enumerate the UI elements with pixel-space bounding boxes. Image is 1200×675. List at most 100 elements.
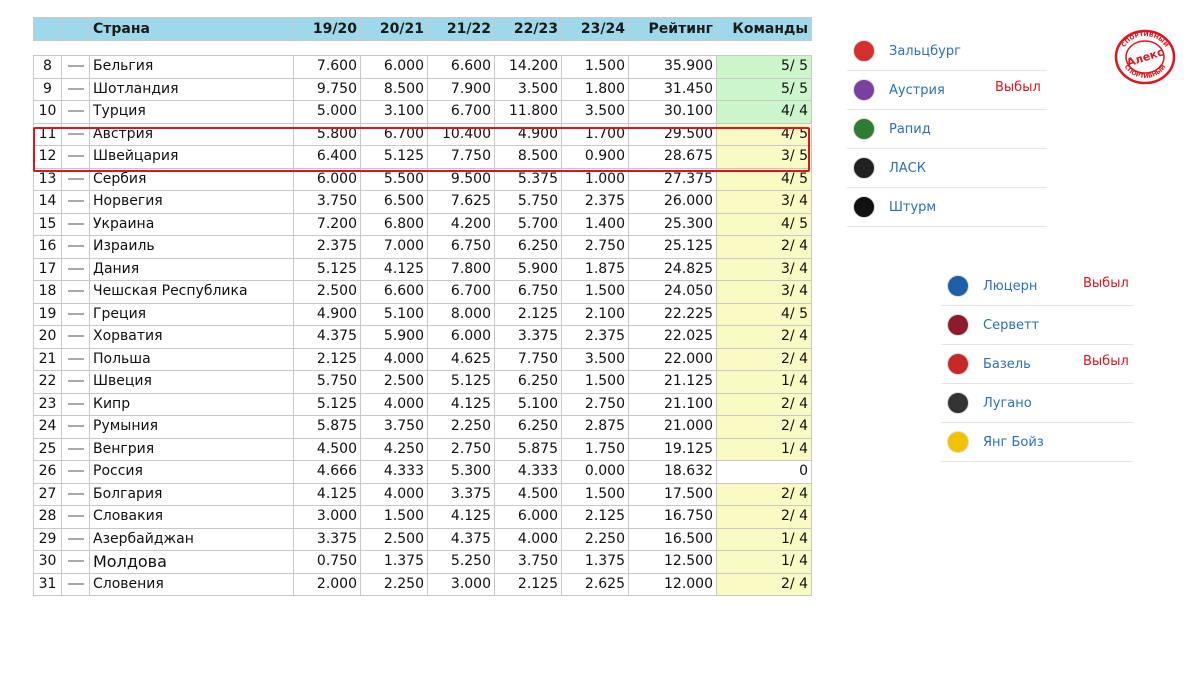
cell-season-19-20: 3.750 <box>293 190 361 214</box>
cell-country: Норвегия <box>89 190 294 214</box>
cell-rank: 25 <box>33 437 62 461</box>
club-name-link[interactable]: Люцерн <box>983 279 1037 294</box>
cell-rating: 19.125 <box>628 437 717 461</box>
club-row[interactable]: Лугано <box>941 384 1133 423</box>
cell-season-20-21: 2.500 <box>360 370 428 394</box>
cell-season-19-20: 9.750 <box>293 77 361 101</box>
no-change-dash-icon <box>67 357 84 360</box>
cell-rank: 8 <box>33 55 62 79</box>
country-ranking-table: Страна 19/20 20/21 21/22 22/23 23/24 Рей… <box>33 17 812 596</box>
cell-country: Румыния <box>89 415 294 439</box>
no-change-dash-icon <box>67 537 84 540</box>
cell-move <box>61 257 90 281</box>
cell-season-23-24: 2.375 <box>561 325 629 349</box>
cell-rank: 24 <box>33 415 62 439</box>
no-change-dash-icon <box>67 515 84 518</box>
lask-icon <box>853 157 875 179</box>
cell-rank: 21 <box>33 347 62 371</box>
cell-season-20-21: 4.125 <box>360 257 428 281</box>
club-row[interactable]: Янг Бойз <box>941 423 1133 462</box>
no-change-dash-icon <box>67 425 84 428</box>
cell-season-19-20: 7.600 <box>293 55 361 79</box>
basel-icon <box>947 353 969 375</box>
club-row[interactable]: Рапид <box>847 110 1047 149</box>
table-row: 9 Шотландия 9.750 8.500 7.900 3.500 1.800 31.45… <box>33 77 812 101</box>
cell-season-21-22: 3.000 <box>427 572 495 596</box>
club-name-link[interactable]: Зальцбург <box>889 44 961 59</box>
rapid-icon <box>853 118 875 140</box>
cell-season-22-23: 6.250 <box>494 370 562 394</box>
cell-country: Россия <box>89 460 294 484</box>
header-season-20-21: 20/21 <box>360 17 428 41</box>
swiss-clubs-list: Люцерн Выбыл Серветт Базель Выбыл Лугано Янг Б… <box>941 267 1133 462</box>
club-row[interactable]: Базель Выбыл <box>941 345 1133 384</box>
cell-teams: 1/ 4 <box>716 527 812 551</box>
cell-season-21-22: 6.700 <box>427 280 495 304</box>
cell-rank: 10 <box>33 100 62 124</box>
club-name-link[interactable]: Рапид <box>889 122 931 137</box>
club-row[interactable]: Аустрия Выбыл <box>847 71 1047 110</box>
cell-season-20-21: 1.500 <box>360 505 428 529</box>
club-name-link[interactable]: ЛАСК <box>889 161 926 176</box>
cell-season-23-24: 2.875 <box>561 415 629 439</box>
cell-season-21-22: 7.900 <box>427 77 495 101</box>
cell-season-21-22: 2.750 <box>427 437 495 461</box>
table-row: 19 Греция 4.900 5.100 8.000 2.125 2.100 22.225 4… <box>33 302 812 326</box>
cell-rating: 21.125 <box>628 370 717 394</box>
cell-teams: 1/ 4 <box>716 370 812 394</box>
club-row[interactable]: Штурм <box>847 188 1047 227</box>
club-row[interactable]: Зальцбург <box>847 32 1047 71</box>
cell-move <box>61 212 90 236</box>
austria-clubs-list: Зальцбург Аустрия Выбыл Рапид ЛАСК Штурм <box>847 32 1047 227</box>
cell-season-22-23: 5.875 <box>494 437 562 461</box>
cell-move <box>61 415 90 439</box>
club-name-link[interactable]: Базель <box>983 357 1031 372</box>
cell-season-23-24: 1.500 <box>561 482 629 506</box>
header-move <box>61 17 90 41</box>
cell-rank: 23 <box>33 392 62 416</box>
club-name-link[interactable]: Лугано <box>983 396 1032 411</box>
cell-rating: 12.000 <box>628 572 717 596</box>
club-name-link[interactable]: Аустрия <box>889 83 945 98</box>
cell-season-22-23: 7.750 <box>494 347 562 371</box>
austria-wien-icon <box>853 79 875 101</box>
cell-move <box>61 505 90 529</box>
cell-season-22-23: 6.750 <box>494 280 562 304</box>
cell-country: Украина <box>89 212 294 236</box>
header-country: Страна <box>89 17 294 41</box>
cell-move <box>61 347 90 371</box>
club-name-link[interactable]: Штурм <box>889 200 936 215</box>
cell-season-20-21: 2.250 <box>360 572 428 596</box>
cell-season-21-22: 4.125 <box>427 505 495 529</box>
cell-season-19-20: 2.125 <box>293 347 361 371</box>
cell-season-19-20: 5.750 <box>293 370 361 394</box>
cell-season-21-22: 8.000 <box>427 302 495 326</box>
no-change-dash-icon <box>67 560 84 563</box>
cell-season-22-23: 6.000 <box>494 505 562 529</box>
club-name-link[interactable]: Янг Бойз <box>983 435 1044 450</box>
club-name-link[interactable]: Серветт <box>983 318 1039 333</box>
cell-move <box>61 572 90 596</box>
young-boys-icon <box>947 431 969 453</box>
cell-country: Бельгия <box>89 55 294 79</box>
cell-move <box>61 235 90 259</box>
club-row[interactable]: ЛАСК <box>847 149 1047 188</box>
table-row: 27 Болгария 4.125 4.000 3.375 4.500 1.500 17.50… <box>33 482 812 506</box>
no-change-dash-icon <box>67 290 84 293</box>
cell-country: Венгрия <box>89 437 294 461</box>
cell-season-20-21: 6.800 <box>360 212 428 236</box>
cell-season-19-20: 4.375 <box>293 325 361 349</box>
club-row[interactable]: Люцерн Выбыл <box>941 267 1133 306</box>
cell-season-22-23: 14.200 <box>494 55 562 79</box>
cell-rank: 15 <box>33 212 62 236</box>
no-change-dash-icon <box>67 267 84 270</box>
table-row: 18 Чешская Республика 2.500 6.600 6.700 6.750… <box>33 280 812 304</box>
cell-rating: 31.450 <box>628 77 717 101</box>
cell-rank: 28 <box>33 505 62 529</box>
cell-season-19-20: 4.125 <box>293 482 361 506</box>
cell-rating: 25.125 <box>628 235 717 259</box>
cell-season-22-23: 4.000 <box>494 527 562 551</box>
club-row[interactable]: Серветт <box>941 306 1133 345</box>
cell-season-22-23: 3.375 <box>494 325 562 349</box>
cell-move <box>61 460 90 484</box>
